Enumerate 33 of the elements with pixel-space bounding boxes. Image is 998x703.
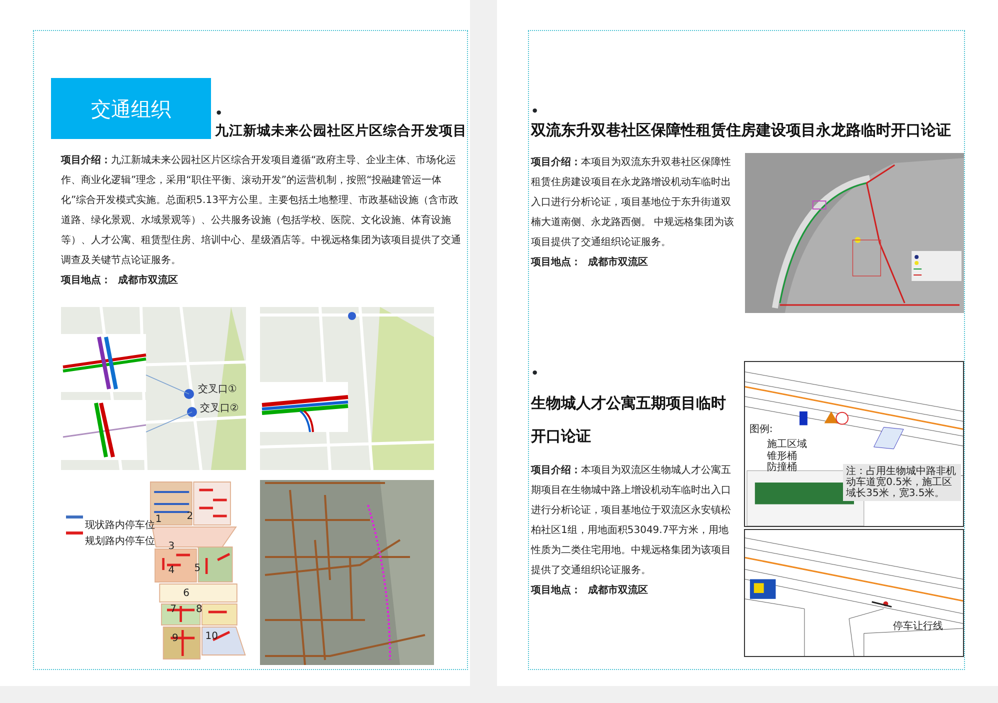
zone-number: 10 [205, 631, 218, 642]
map-note: 注：占用生物城中路非机动车道宽0.5米，施工区域长35米，宽3.5米。 [843, 464, 961, 501]
zone-number: 8 [196, 604, 202, 616]
zone-number: 6 [183, 588, 190, 599]
project-location: 项目地点： 成都市双流区 [531, 255, 649, 270]
map-label: 交叉口① [198, 384, 237, 395]
map-label: 现状路内停车位 [85, 520, 156, 531]
map-label: 规划路内停车位 [85, 536, 156, 547]
map-label: 锥形桶 [766, 450, 797, 462]
zone-number: 9 [172, 633, 178, 644]
zone-number: 5 [194, 562, 201, 574]
project-intro: 项目介绍：本项目为双流东升双巷社区保障性租赁住房建设项目在永龙路增设机动车临时出入口进行分析论证，项目基地位于东升街道双楠大道南侧、永龙路西侧。 中规远格集团为该项目提供了交通组织论证服务。 [531, 156, 736, 250]
project-title: 生物城人才公寓五期项目临时开口论证 [531, 393, 727, 447]
map-label: 图例: [749, 424, 773, 436]
map-label: 交叉口② [200, 403, 239, 414]
zone-number: 1 [155, 514, 162, 526]
map-label: 防撞桶 [766, 462, 797, 474]
project-intro: 项目介绍：九江新城未来公园社区片区综合开发项目遵循“政府主导、企业主体、市场化运作、商业化逻辑”理念，采用“职住平衡、滚动开发”的运营机制，按照“投融建管运一体化”综合开发模式实施。总面积5.13平方公里。主要包括土地整理、市政基础设施（含市政道路、绿化景观、水域景观等）、公共服务设施（包括学校、医院、文化设施、体育设施等）、人才公寓、租赁型住房、培训中心、星级酒店等。中视远格集团为该项目提供了交通调查及关键节点论证服务。 [61, 154, 462, 268]
zone-number: 4 [168, 564, 175, 576]
bullet-mark: • [531, 105, 540, 117]
zone-number: 3 [168, 541, 175, 552]
project-location: 项目地点： 成都市双流区 [61, 273, 179, 288]
bullet-mark: • [215, 106, 224, 119]
zone-number: 7 [170, 604, 177, 616]
map-label: 停车让行线 [893, 620, 944, 632]
section-tag: 交通组织 [51, 78, 211, 139]
project-title: 九江新城未来公园社区片区综合开发项目 [215, 122, 467, 139]
project-intro: 项目介绍：本项目为双流区生物城人才公寓五期项目在生物城中路上增设机动车临时出入口进行分析论证，项目基地位于双流区永安镇松柏社区1组，用地面积53049.7平方米，用地性质为二类住宅用地。中规远格集团为该项目提供了交通组织论证服务。 [531, 464, 732, 578]
bullet-mark: • [531, 367, 540, 379]
map-label: 施工区域 [766, 439, 807, 450]
project-title: 双流东升双巷社区保障性租赁住房建设项目永龙路临时开口论证 [531, 121, 952, 139]
zone-number: 2 [186, 510, 194, 522]
project-location: 项目地点： 成都市双流区 [531, 583, 649, 598]
